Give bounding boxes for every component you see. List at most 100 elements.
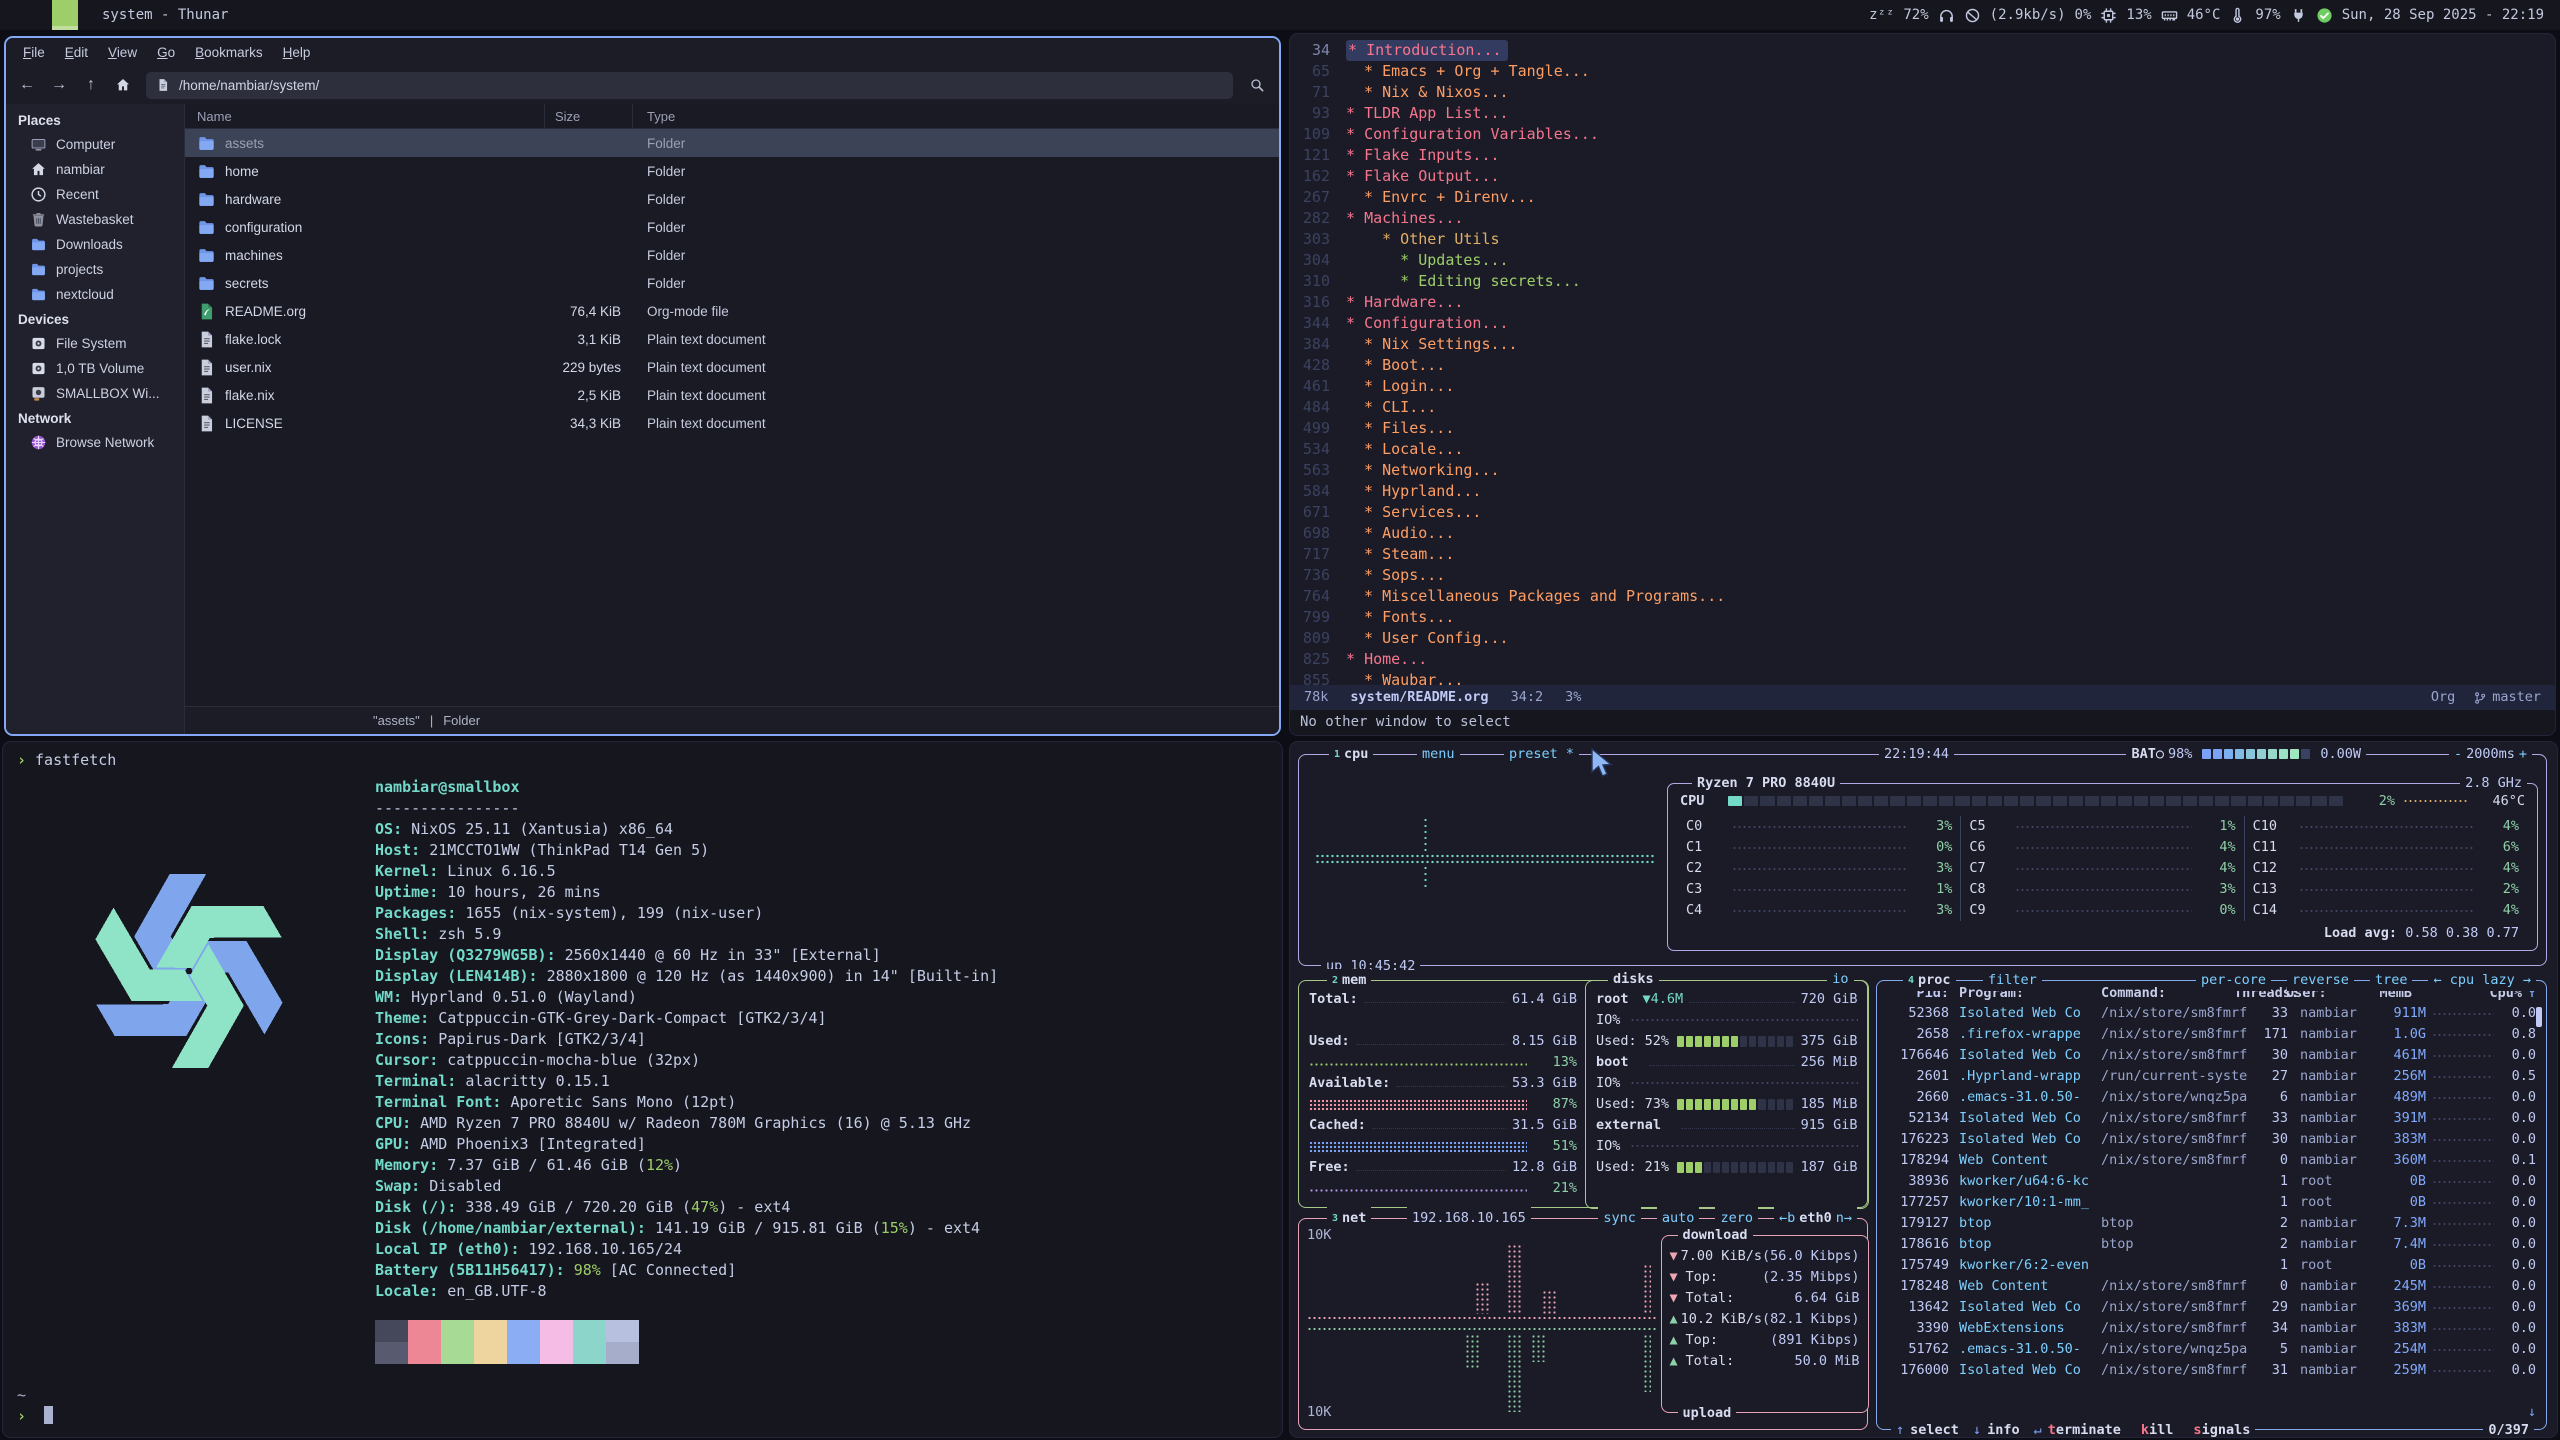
process-row[interactable]: 2658 .firefox-wrappe /nix/store/sm8fmrf3… [1877, 1024, 2546, 1045]
org-heading-line[interactable]: 316* Hardware... [1290, 292, 2555, 313]
sidebar-item[interactable]: SMALLBOX Wi... [6, 381, 184, 406]
process-row[interactable]: 176223 Isolated Web Co /nix/store/sm8fmr… [1877, 1129, 2546, 1150]
proc-hint[interactable]: ↵terminate [2034, 1420, 2121, 1439]
disks-io-toggle[interactable]: io [1827, 969, 1853, 991]
org-heading-line[interactable]: 109* Configuration Variables... [1290, 124, 2555, 145]
sidebar-item[interactable]: Recent [6, 182, 184, 207]
org-heading-line[interactable]: 799* Fonts... [1290, 607, 2555, 628]
process-row[interactable]: 52134 Isolated Web Co /nix/store/sm8fmrf… [1877, 1108, 2546, 1129]
sidebar-item[interactable]: Wastebasket [6, 207, 184, 232]
proc-per-core-toggle[interactable]: per-core [2196, 969, 2271, 991]
menu-item[interactable]: Go [148, 41, 184, 64]
configuration[interactable]: configuration Folder [185, 213, 1279, 241]
process-row[interactable]: 176000 Isolated Web Co /nix/store/sm8fmr… [1877, 1360, 2546, 1381]
update-interval[interactable]: -2000ms+ [2449, 743, 2532, 765]
net-box-title[interactable]: 3net [1327, 1207, 1371, 1229]
proc-box-title[interactable]: 4proc [1903, 969, 1956, 991]
secrets[interactable]: secrets Folder [185, 269, 1279, 297]
org-heading-line[interactable]: 534* Locale... [1290, 439, 2555, 460]
column-header-type[interactable]: Type [633, 109, 1279, 124]
org-heading-line[interactable]: 121* Flake Inputs... [1290, 145, 2555, 166]
cpu-box-title[interactable]: 1cpu [1329, 743, 1373, 765]
org-heading-line[interactable]: 484* CLI... [1290, 397, 2555, 418]
process-row[interactable]: 178616 btop btop 2 nambiar 7.4M 0.0 [1877, 1234, 2546, 1255]
hardware[interactable]: hardware Folder [185, 185, 1279, 213]
proc-sort-selector[interactable]: ← cpu lazy → [2428, 969, 2536, 991]
org-heading-line[interactable]: 65* Emacs + Org + Tangle... [1290, 61, 2555, 82]
org-heading-line[interactable]: 461* Login... [1290, 376, 2555, 397]
forward-button[interactable]: → [46, 72, 72, 98]
mem-box-title[interactable]: 2mem [1327, 969, 1371, 991]
proc-hint[interactable]: ↑select [1896, 1420, 1959, 1439]
workspace-button[interactable] [52, 0, 78, 30]
org-heading-line[interactable]: 764* Miscellaneous Packages and Programs… [1290, 586, 2555, 607]
org-heading-line[interactable]: 855* Waubar... [1290, 670, 2555, 685]
machines[interactable]: machines Folder [185, 241, 1279, 269]
process-row[interactable]: 176646 Isolated Web Co /nix/store/sm8fmr… [1877, 1045, 2546, 1066]
org-heading-line[interactable]: 736* Sops... [1290, 565, 2555, 586]
proc-hint[interactable]: ↓info [1973, 1420, 2020, 1439]
menu-button[interactable]: menu [1417, 743, 1460, 765]
org-heading-line[interactable]: 303* Other Utils [1290, 229, 2555, 250]
empty-prompt[interactable]: › [17, 1406, 53, 1427]
org-heading-line[interactable]: 563* Networking... [1290, 460, 2555, 481]
back-button[interactable]: ← [14, 72, 40, 98]
org-heading-line[interactable]: 717* Steam... [1290, 544, 2555, 565]
proc-hint[interactable]: kill [2135, 1420, 2174, 1439]
flake.lock[interactable]: flake.lock 3,1 KiB Plain text document [185, 325, 1279, 353]
up-button[interactable]: ↑ [78, 72, 104, 98]
menu-item[interactable]: View [99, 41, 146, 64]
org-heading-line[interactable]: 267* Envrc + Direnv... [1290, 187, 2555, 208]
org-heading-line[interactable]: 428* Boot... [1290, 355, 2555, 376]
process-row[interactable]: 38936 kworker/u64:6-kc 1 root 0B 0.0 [1877, 1171, 2546, 1192]
sidebar-item[interactable]: nextcloud [6, 282, 184, 307]
sidebar-item[interactable]: nambiar [6, 157, 184, 182]
process-row[interactable]: 178248 Web Content /nix/store/sm8fmrf3wp… [1877, 1276, 2546, 1297]
org-heading-line[interactable]: 71* Nix & Nixos... [1290, 82, 2555, 103]
flake.nix[interactable]: flake.nix 2,5 KiB Plain text document [185, 381, 1279, 409]
process-row[interactable]: 177257 kworker/10:1-mm_ 1 root 0B 0.0 [1877, 1192, 2546, 1213]
org-heading-line[interactable]: 809* User Config... [1290, 628, 2555, 649]
process-row[interactable]: 2601 .Hyprland-wrapp /run/current-system… [1877, 1066, 2546, 1087]
sidebar-item[interactable]: Browse Network [6, 430, 184, 455]
process-row[interactable]: 2660 .emacs-31.0.50- /nix/store/wnqz5pa8… [1877, 1087, 2546, 1108]
process-row[interactable]: 178294 Web Content /nix/store/sm8fmrf3wp… [1877, 1150, 2546, 1171]
org-heading-line[interactable]: 344* Configuration... [1290, 313, 2555, 334]
process-row[interactable]: 51762 .emacs-31.0.50- /nix/store/wnqz5pa… [1877, 1339, 2546, 1360]
proc-reverse-toggle[interactable]: reverse [2287, 969, 2354, 991]
column-header-name[interactable]: Name [185, 104, 545, 128]
sidebar-item[interactable]: 1,0 TB Volume [6, 356, 184, 381]
menu-item[interactable]: Edit [56, 41, 97, 64]
process-row[interactable]: 179127 btop btop 2 nambiar 7.3M 0.0 [1877, 1213, 2546, 1234]
proc-hint[interactable]: signals [2187, 1420, 2250, 1439]
home-button[interactable] [110, 72, 136, 98]
menu-item[interactable]: File [14, 41, 54, 64]
workspace-button[interactable] [0, 0, 26, 30]
org-heading-line[interactable]: 310* Editing secrets... [1290, 271, 2555, 292]
net-sync-toggle[interactable]: sync [1598, 1207, 1641, 1229]
sidebar-item[interactable]: Computer [6, 132, 184, 157]
proc-scrollbar[interactable] [2536, 1007, 2542, 1027]
org-heading-line[interactable]: 304* Updates... [1290, 250, 2555, 271]
org-heading-line[interactable]: 698* Audio... [1290, 523, 2555, 544]
workspace-button[interactable] [26, 0, 52, 30]
org-heading-line[interactable]: 499* Files... [1290, 418, 2555, 439]
column-header-size[interactable]: Size [545, 104, 633, 128]
preset-button[interactable]: preset * [1504, 743, 1579, 765]
menu-item[interactable]: Bookmarks [186, 41, 272, 64]
org-heading-line[interactable]: 34* Introduction... [1290, 40, 2555, 61]
README.org[interactable]: README.org 76,4 KiB Org-mode file [185, 297, 1279, 325]
proc-tree-toggle[interactable]: tree [2370, 969, 2413, 991]
process-row[interactable]: 175749 kworker/6:2-even 1 root 0B 0.0 [1877, 1255, 2546, 1276]
org-heading-line[interactable]: 671* Services... [1290, 502, 2555, 523]
sidebar-item[interactable]: projects [6, 257, 184, 282]
org-heading-line[interactable]: 384* Nix Settings... [1290, 334, 2555, 355]
search-button[interactable] [1243, 72, 1271, 98]
process-row[interactable]: 52368 Isolated Web Co /nix/store/sm8fmrf… [1877, 1003, 2546, 1024]
path-bar[interactable]: /home/nambiar/system/ [146, 72, 1233, 99]
org-heading-line[interactable]: 825* Home... [1290, 649, 2555, 670]
org-heading-line[interactable]: 584* Hyprland... [1290, 481, 2555, 502]
sidebar-item[interactable]: File System [6, 331, 184, 356]
assets[interactable]: assets Folder [185, 129, 1279, 157]
disks-title[interactable]: disks [1608, 969, 1659, 991]
